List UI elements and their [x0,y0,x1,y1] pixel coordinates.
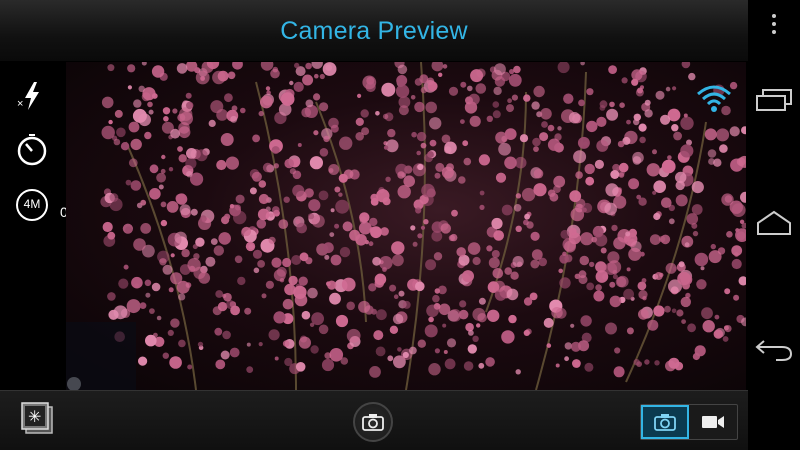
viewfinder-preview-image [66,62,746,390]
back-button[interactable] [754,330,794,370]
camera-icon [654,414,676,431]
camera-viewfinder[interactable] [66,62,746,390]
home-icon [757,210,791,235]
svg-text:✳: ✳ [28,407,41,426]
resolution-label: 4M [23,197,41,211]
home-button[interactable] [754,203,794,243]
wifi-icon [697,85,731,112]
camera-mode-switch [640,404,738,440]
video-icon [702,416,725,428]
overflow-menu-icon [772,14,776,34]
page-title: Camera Preview [280,17,468,45]
svg-text:×: × [17,98,23,110]
resolution-button[interactable]: 4M [14,187,50,223]
recent-apps-button[interactable] [754,80,794,120]
overflow-menu-button[interactable] [754,4,794,44]
gallery-button[interactable]: ✳ [12,399,56,439]
timer-button[interactable] [14,132,50,168]
back-icon [755,340,793,361]
timer-icon [17,134,47,166]
gallery-thumbnail-icon: ✳ [21,402,53,434]
video-mode-button[interactable] [689,405,737,439]
flash-off-icon: × [17,82,39,110]
camera-controls-panel: × 0s 4M [0,62,75,390]
system-nav-bar [748,0,800,450]
camera-icon [362,414,384,431]
action-bar: Camera Preview [0,0,748,62]
photo-mode-button[interactable] [641,405,690,439]
camera-bottom-bar: ✳ [0,390,748,450]
flash-button[interactable]: × [14,78,50,114]
shutter-button[interactable] [353,402,393,442]
recent-apps-icon [756,89,792,111]
